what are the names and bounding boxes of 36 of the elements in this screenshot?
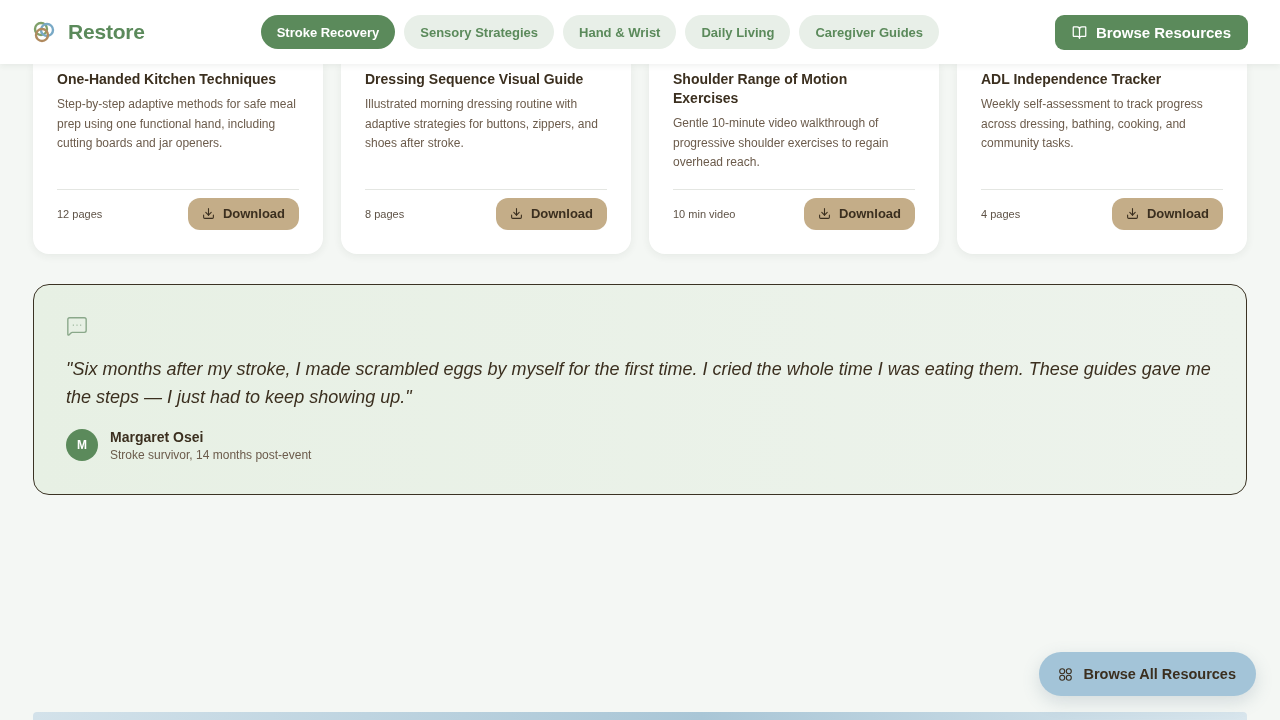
download-button[interactable]: Download [495, 197, 607, 230]
speech-bubble-icon [66, 314, 88, 337]
card-title: ADL Independence Tracker [981, 70, 1163, 89]
download-button[interactable]: Download [803, 197, 915, 230]
download-button[interactable]: Download [187, 197, 299, 230]
book-icon [1071, 24, 1087, 40]
interlocked-rings-logo [32, 20, 56, 44]
card-title: Shoulder Range of Motion Exercises [673, 70, 849, 108]
browse-resources-button[interactable]: Browse Resources [1054, 14, 1248, 50]
download-icon [509, 207, 523, 220]
card-meta: 8 pages [365, 207, 405, 220]
author-role: Stroke survivor, 14 months post-event [110, 447, 312, 462]
download-icon [817, 207, 831, 220]
grid-icon [1059, 667, 1073, 681]
card-meta: 4 pages [981, 207, 1021, 220]
nav-tab[interactable]: Hand & Wrist [563, 15, 677, 49]
testimonial-quote: "Six months after my stroke, I made scrambled eggs by myself for the first time. I cried the whole time I was eating them. These guides gave me the steps — I just had to keep showing up." [66, 357, 1212, 409]
nav-tab[interactable]: Sensory Strategies [404, 15, 555, 49]
card-title: One-Handed Kitchen Techniques [57, 70, 278, 89]
browse-all-button[interactable]: Browse All Resources [1039, 652, 1256, 696]
card-title: Dressing Sequence Visual Guide [365, 70, 585, 89]
card-description: Weekly self-assessment to track progress across dressing, bathing, cooking, and community tasks. [981, 96, 1204, 152]
nav-tab[interactable]: Daily Living [685, 15, 791, 49]
nav-tab[interactable]: Stroke Recovery [260, 15, 396, 49]
download-button[interactable]: Download [1111, 197, 1223, 230]
author-avatar: M [66, 429, 98, 461]
card-meta: 12 pages [57, 207, 103, 220]
download-icon [201, 207, 215, 220]
card-meta: 10 min video [673, 207, 736, 220]
author-name: Margaret Osei [110, 428, 205, 445]
card-description: Gentle 10-minute video walkthrough of progressive shoulder exercises to regain overhead reach. [673, 115, 890, 171]
card-description: Illustrated morning dressing routine with adaptive strategies for buttons, zippers, and shoes after stroke. [365, 96, 599, 152]
download-icon [1125, 207, 1139, 220]
brand-name: Restore [68, 20, 145, 44]
card-description: Step-by-step adaptive methods for safe meal prep using one functional hand, including cutting boards and jar openers. [57, 96, 297, 152]
nav-tab[interactable]: Caregiver Guides [799, 15, 940, 49]
